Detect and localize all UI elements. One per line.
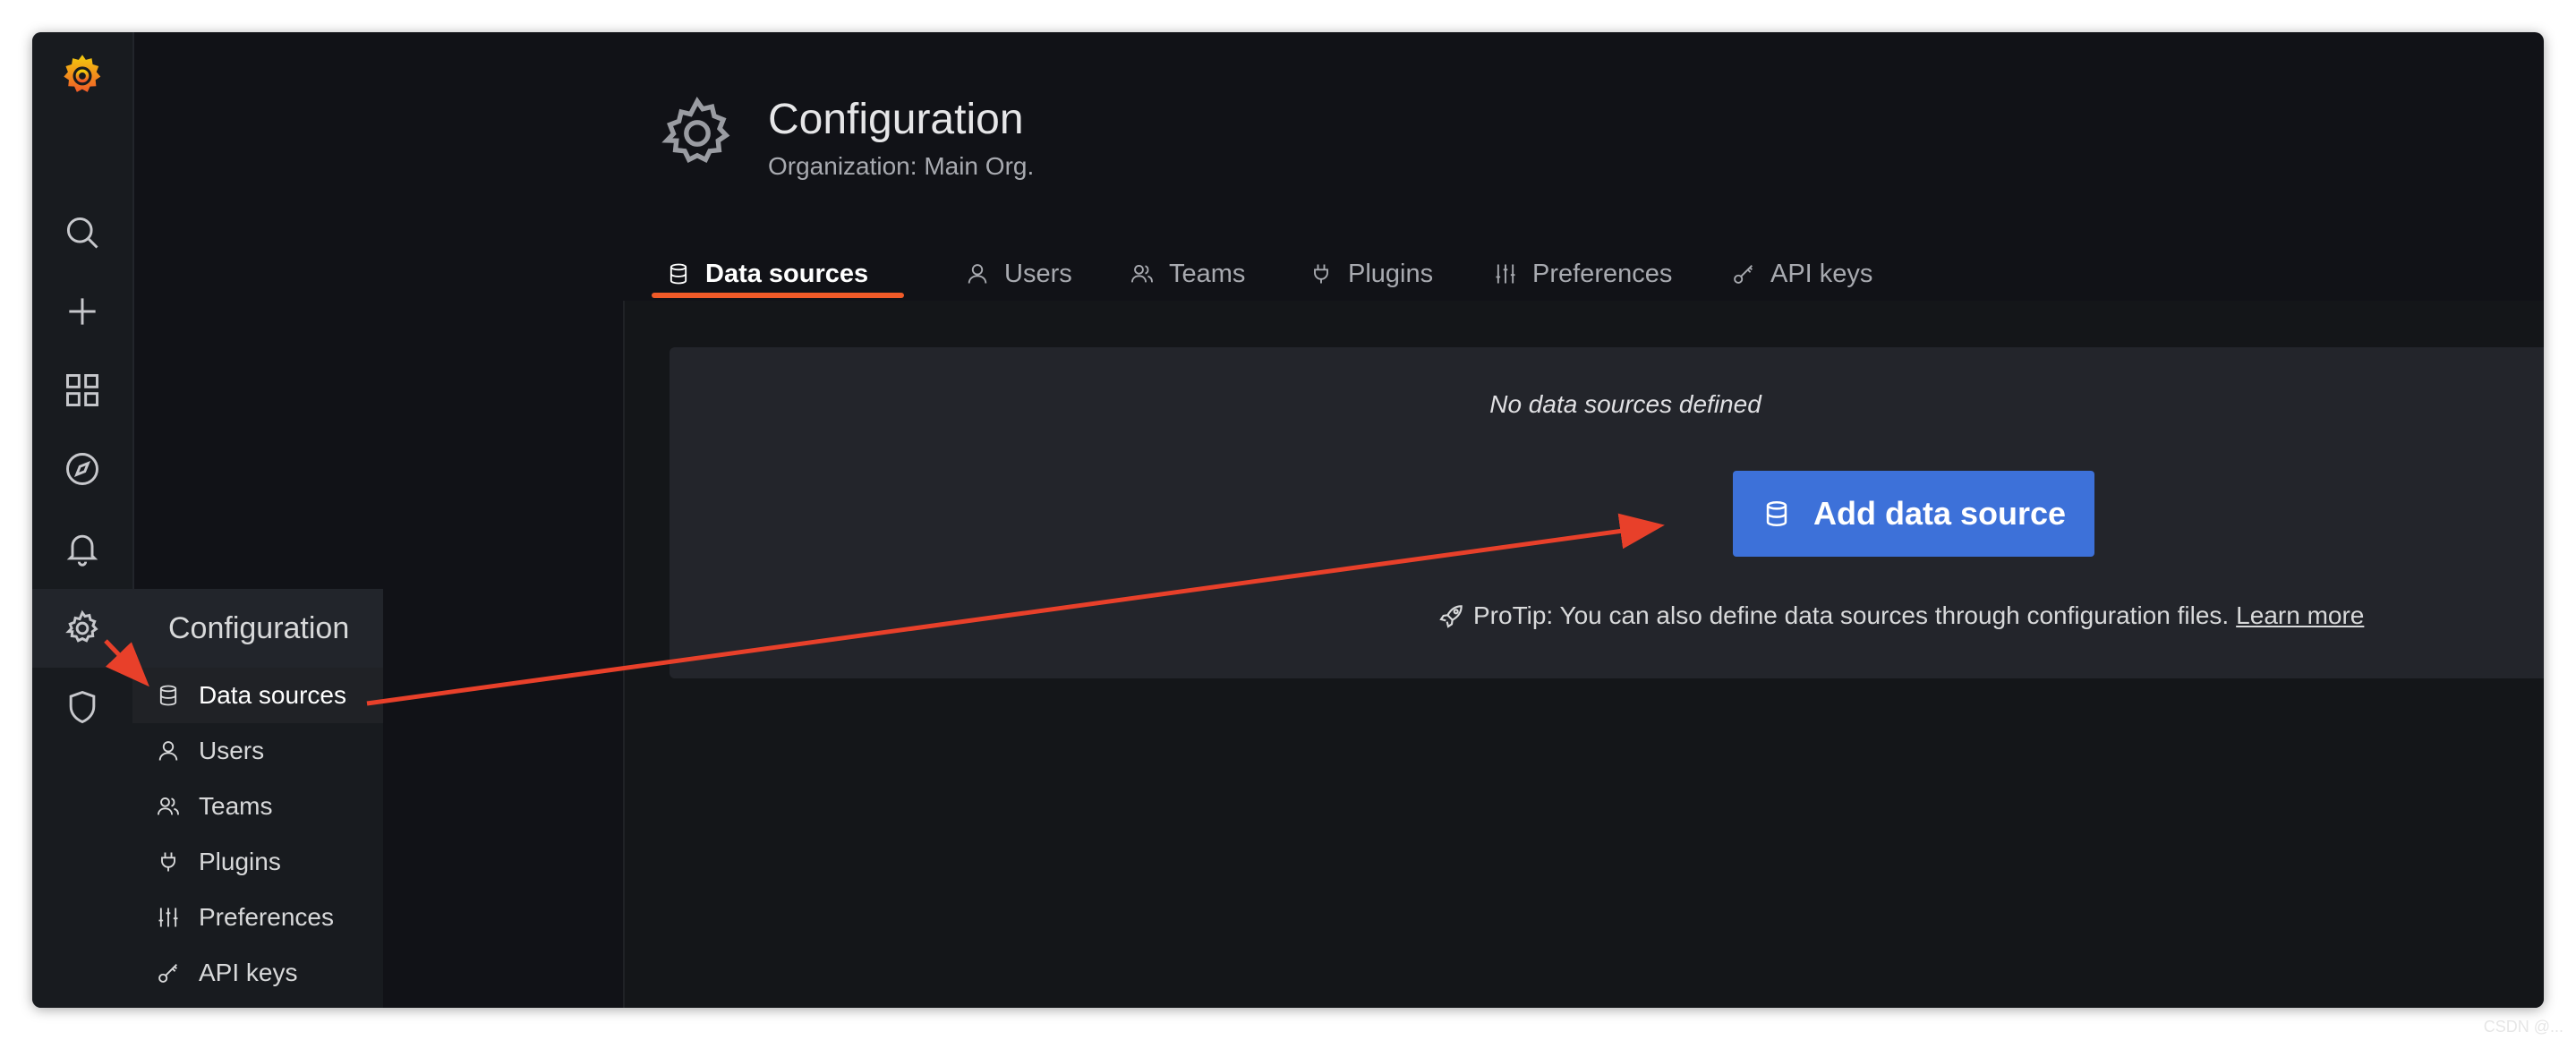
side-menu [32,32,134,1008]
add-data-source-button[interactable]: Add data source [1733,471,2094,557]
flyout-item-label: Preferences [199,903,334,931]
tab-label: Teams [1169,259,1246,288]
flyout-item-api-keys[interactable]: API keys [132,945,383,1001]
dashboards-icon[interactable] [32,351,132,430]
user-icon [968,264,987,284]
flyout-item-preferences[interactable]: Preferences [132,890,383,945]
flyout-item-plugins[interactable]: Plugins [132,834,383,890]
tab-label: Data sources [705,259,869,288]
configuration-gear-icon [661,97,730,164]
tab-api-keys[interactable]: API keys [1731,247,1872,301]
user-icon [158,741,178,761]
add-data-source-label: Add data source [1813,495,2067,532]
watermark: CSDN @... [2483,1018,2563,1036]
sliders-icon [158,908,178,927]
flyout-item-label: Teams [199,792,273,820]
flyout-item-label: Users [199,737,265,764]
grafana-logo-icon[interactable] [32,36,132,115]
configuration-flyout-menu: Configuration Data sources Users Teams P… [132,589,383,1008]
plug-icon [1314,264,1328,284]
grafana-window: Configuration Data sources Users Teams P… [32,32,2544,1008]
flyout-item-users[interactable]: Users [132,723,383,779]
explore-compass-icon[interactable] [32,430,132,508]
flyout-item-label: Data sources [199,681,346,709]
database-icon [1766,500,1787,527]
active-tab-indicator [652,293,904,298]
flyout-item-teams[interactable]: Teams [132,779,383,834]
tab-users[interactable]: Users [965,247,1072,301]
flyout-item-label: API keys [199,959,298,986]
server-admin-shield-icon[interactable] [32,668,132,746]
page-subtitle: Organization: Main Org. [768,152,1035,180]
alerting-bell-icon[interactable] [32,508,132,587]
users-icon [1130,264,1154,283]
tab-preferences[interactable]: Preferences [1493,247,1672,301]
sliders-icon [1496,264,1515,284]
flyout-item-data-sources[interactable]: Data sources [132,668,383,723]
learn-more-link[interactable]: Learn more [2236,601,2364,630]
protip: ProTip: You can also define data sources… [1437,601,2386,630]
empty-state-message: No data sources defined [1489,390,1761,418]
tab-label: API keys [1770,259,1873,288]
flyout-item-label: Plugins [199,848,281,875]
tab-label: Users [1004,259,1072,288]
tab-label: Plugins [1348,259,1434,288]
tab-plugins[interactable]: Plugins [1309,247,1433,301]
database-icon [159,685,177,706]
tab-teams[interactable]: Teams [1130,247,1245,301]
search-icon[interactable] [32,193,132,272]
plus-icon[interactable] [32,272,132,351]
configuration-gear-icon[interactable] [32,589,132,668]
rocket-icon [1439,605,1463,628]
plug-icon [161,852,175,872]
key-icon [1734,265,1753,284]
config-tabs: Data sources Users Teams Plugins Prefere… [623,247,2544,303]
users-icon [157,797,180,815]
key-icon [158,964,177,983]
database-icon [670,263,687,285]
protip-text: ProTip: You can also define data sources… [1473,601,2230,629]
flyout-header[interactable]: Configuration [132,589,383,668]
tab-label: Preferences [1532,259,1673,288]
page-title: Configuration [768,96,1024,143]
